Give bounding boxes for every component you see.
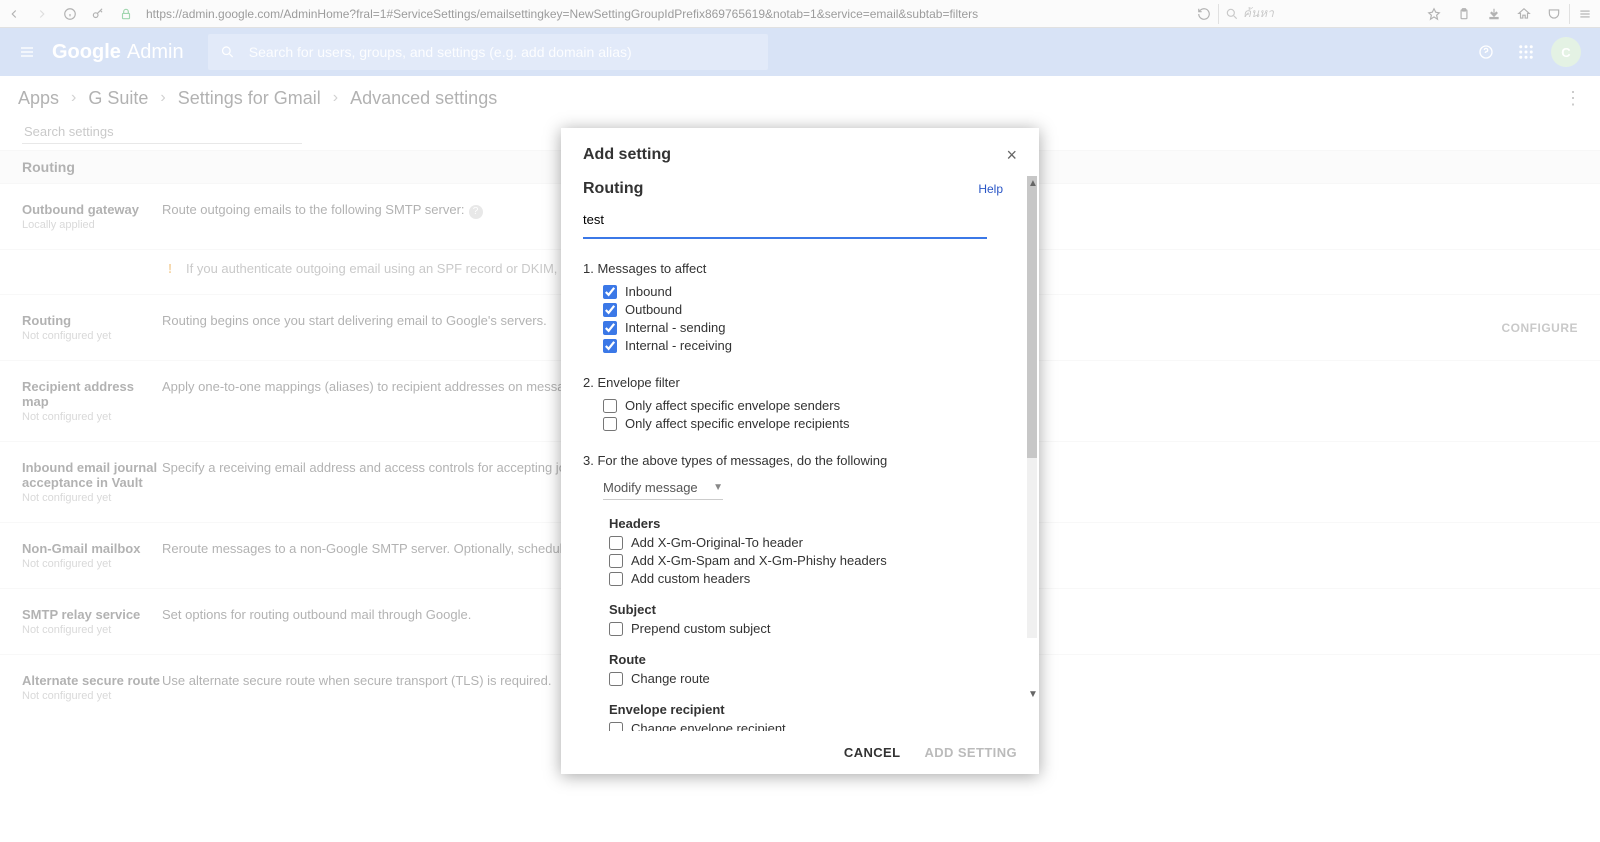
chevron-down-icon: ▼: [713, 482, 723, 493]
lock-icon[interactable]: [112, 0, 140, 28]
help-tip-icon[interactable]: ?: [469, 205, 483, 219]
modal-heading: Add setting: [583, 146, 671, 164]
row-desc: Reroute messages to a non-Google SMTP se…: [162, 541, 619, 556]
cb-h-spam-phishy[interactable]: Add X-Gm-Spam and X-Gm-Phishy headers: [609, 553, 1017, 568]
help-link[interactable]: Help: [978, 182, 1003, 196]
step-1-label: 1. Messages to affect: [583, 261, 1017, 276]
row-sub: Not configured yet: [22, 492, 162, 504]
modal-title: Routing: [583, 180, 643, 198]
nav-forward-icon: [28, 0, 56, 28]
row-title: Alternate secure route: [22, 673, 162, 688]
modal-footer: CANCEL ADD SETTING: [561, 731, 1039, 774]
warning-icon: !: [162, 260, 178, 276]
row-sub: Not configured yet: [22, 558, 162, 570]
reload-icon[interactable]: [1190, 7, 1218, 21]
add-setting-button: ADD SETTING: [924, 745, 1017, 760]
group-route: Route: [609, 652, 1017, 667]
cancel-button[interactable]: CANCEL: [844, 745, 901, 760]
row-desc: Specify a receiving email address and ac…: [162, 460, 609, 475]
row-desc: Set options for routing outbound mail th…: [162, 607, 471, 622]
crumb-apps[interactable]: Apps: [18, 88, 59, 109]
scrollbar-thumb[interactable]: [1027, 176, 1037, 458]
app-header: Google Admin C: [0, 28, 1600, 76]
row-title: Non-Gmail mailbox: [22, 541, 162, 556]
breadcrumb: Apps › G Suite › Settings for Gmail › Advan…: [0, 76, 1600, 120]
add-setting-modal: Add setting × Routing Help 1. Messages t…: [561, 128, 1039, 774]
cb-h-custom[interactable]: Add custom headers: [609, 571, 1017, 586]
action-select[interactable]: Modify message ▼: [603, 476, 723, 500]
row-sub: Not configured yet: [22, 624, 162, 636]
row-desc: Apply one-to-one mappings (aliases) to r…: [162, 379, 607, 394]
nav-back-icon[interactable]: [0, 0, 28, 28]
configure-button[interactable]: CONFIGURE: [1502, 321, 1579, 335]
setting-name-input[interactable]: [583, 208, 987, 239]
modal-body[interactable]: Routing Help 1. Messages to affect Inbou…: [561, 172, 1039, 731]
chevron-right-icon: ›: [160, 89, 165, 107]
row-title: SMTP relay service: [22, 607, 162, 622]
scroll-up-icon[interactable]: ▲: [1028, 179, 1036, 189]
close-icon[interactable]: ×: [1006, 146, 1017, 164]
cb-inbound[interactable]: Inbound: [603, 284, 1017, 299]
row-title: Routing: [22, 313, 162, 328]
row-desc: Routing begins once you start delivering…: [162, 313, 547, 328]
action-select-value: Modify message: [603, 480, 698, 495]
cb-internal-receiving[interactable]: Internal - receiving: [603, 338, 1017, 353]
step-2-label: 2. Envelope filter: [583, 375, 1017, 390]
header-search-input[interactable]: [247, 43, 756, 61]
crumb-gmail[interactable]: Settings for Gmail: [178, 88, 321, 109]
download-icon[interactable]: [1479, 0, 1509, 28]
star-icon[interactable]: [1419, 0, 1449, 28]
cb-internal-sending[interactable]: Internal - sending: [603, 320, 1017, 335]
cb-h-original-to[interactable]: Add X-Gm-Original-To header: [609, 535, 1017, 550]
row-title: Inbound email journalacceptance in Vault: [22, 460, 162, 490]
browser-search[interactable]: ค้นหา: [1219, 3, 1419, 25]
url-bar[interactable]: https://admin.google.com/AdminHome?fral=…: [140, 3, 1190, 25]
browser-chrome: https://admin.google.com/AdminHome?fral=…: [0, 0, 1600, 28]
account-avatar[interactable]: C: [1546, 32, 1586, 72]
row-desc: Use alternate secure route when secure t…: [162, 673, 551, 688]
crumb-gsuite[interactable]: G Suite: [88, 88, 148, 109]
nav-drawer-icon[interactable]: [14, 39, 40, 65]
home-icon[interactable]: [1509, 0, 1539, 28]
warn-text: If you authenticate outgoing email using…: [186, 261, 610, 276]
pocket-icon[interactable]: [1539, 0, 1569, 28]
clipboard-icon[interactable]: [1449, 0, 1479, 28]
apps-grid-icon[interactable]: [1506, 32, 1546, 72]
brand-google: Google: [52, 41, 121, 64]
group-env-recipient: Envelope recipient: [609, 702, 1017, 717]
row-sub: Not configured yet: [22, 411, 162, 423]
hamburger-menu-icon[interactable]: [1570, 0, 1600, 28]
row-desc: Route outgoing emails to the following S…: [162, 202, 465, 217]
cb-change-route[interactable]: Change route: [609, 671, 1017, 686]
avatar: C: [1551, 37, 1581, 67]
row-sub: Not configured yet: [22, 330, 162, 342]
chevron-right-icon: ›: [333, 89, 338, 107]
brand[interactable]: Google Admin: [52, 41, 184, 64]
header-search[interactable]: [208, 34, 768, 70]
row-sub: Locally applied: [22, 219, 162, 231]
site-info-icon[interactable]: [56, 0, 84, 28]
permissions-icon[interactable]: [84, 0, 112, 28]
step-3-label: 3. For the above types of messages, do t…: [583, 453, 1017, 468]
group-headers: Headers: [609, 516, 1017, 531]
row-title: Recipient address map: [22, 379, 162, 409]
cb-env-recipients[interactable]: Only affect specific envelope recipients: [603, 416, 1017, 431]
row-sub: Not configured yet: [22, 690, 162, 702]
settings-search-input[interactable]: [22, 120, 302, 144]
group-subject: Subject: [609, 602, 1017, 617]
scroll-down-icon[interactable]: ▼: [1028, 690, 1036, 700]
browser-search-placeholder: ค้นหา: [1243, 4, 1274, 23]
cb-env-senders[interactable]: Only affect specific envelope senders: [603, 398, 1017, 413]
overflow-menu-icon[interactable]: ⋮: [1564, 88, 1582, 109]
chevron-right-icon: ›: [71, 89, 76, 107]
cb-subject-prepend[interactable]: Prepend custom subject: [609, 621, 1017, 636]
row-title: Outbound gateway: [22, 202, 162, 217]
cb-outbound[interactable]: Outbound: [603, 302, 1017, 317]
help-icon[interactable]: [1466, 32, 1506, 72]
crumb-advanced[interactable]: Advanced settings: [350, 88, 497, 109]
brand-admin: Admin: [127, 41, 184, 64]
cb-change-env-recipient[interactable]: Change envelope recipient: [609, 721, 1017, 731]
